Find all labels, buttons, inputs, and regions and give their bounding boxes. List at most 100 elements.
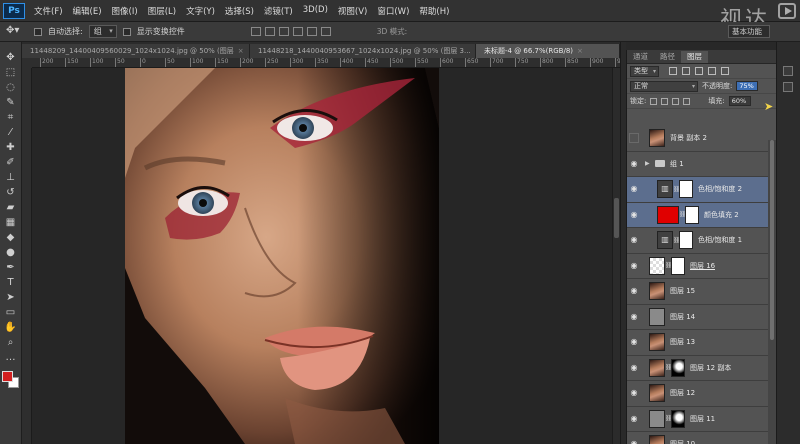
smart-object-filter-icon[interactable] xyxy=(721,67,729,75)
menu-item[interactable]: 编辑(E) xyxy=(68,5,107,17)
panel-tab[interactable]: 路径 xyxy=(654,51,681,63)
pixel-filter-icon[interactable] xyxy=(669,67,677,75)
layer-mask-thumbnail[interactable] xyxy=(679,231,693,250)
color-swatches[interactable] xyxy=(1,371,20,389)
foreground-color-swatch[interactable] xyxy=(1,371,13,382)
quick-select-tool-icon[interactable]: ✎ xyxy=(4,97,18,109)
layer-row[interactable]: ◉ ⛓ 图层 12 副本 xyxy=(627,355,777,381)
brush-tool-icon[interactable]: ✐ xyxy=(4,157,18,169)
layer-thumbnail[interactable] xyxy=(649,333,665,352)
layer-row[interactable]: ◉ ▥ ⛓ 色相/饱和度 1 xyxy=(627,228,777,254)
visibility-eye-icon[interactable]: ◉ xyxy=(629,439,639,444)
adjustment-layer-icon[interactable]: ▥ xyxy=(657,231,673,250)
lock-pixels-icon[interactable] xyxy=(661,97,669,105)
align-center-icon[interactable] xyxy=(306,27,317,36)
layer-thumbnail[interactable] xyxy=(649,409,665,428)
document-tab[interactable]: 11448218_1440040953667_1024x1024.jpg @ 5… xyxy=(250,44,476,58)
auto-select-checkbox[interactable] xyxy=(34,27,42,36)
move-tool-icon[interactable]: ✥ xyxy=(4,52,18,64)
portrait-photo[interactable] xyxy=(125,68,439,444)
visibility-eye-icon[interactable]: ◉ xyxy=(629,414,639,424)
adjustment-layer-icon[interactable]: ▥ xyxy=(657,180,673,199)
visibility-eye-icon[interactable]: ◉ xyxy=(629,184,639,194)
panel-tab[interactable]: 通道 xyxy=(627,51,654,63)
shape-tool-icon[interactable]: ▭ xyxy=(4,307,18,319)
visibility-eye-icon[interactable]: ◉ xyxy=(629,261,639,271)
lock-transparent-icon[interactable] xyxy=(650,97,658,105)
menu-item[interactable]: 3D(D) xyxy=(298,5,333,17)
pen-tool-icon[interactable]: ✒ xyxy=(4,262,18,274)
visibility-eye-icon[interactable]: ◉ xyxy=(629,388,639,398)
marquee-tool-icon[interactable]: ⬚ xyxy=(4,67,18,79)
layer-row[interactable]: ◉ 图层 10 xyxy=(627,432,777,444)
dodge-tool-icon[interactable]: ● xyxy=(4,247,18,259)
panel-collapse-icon[interactable] xyxy=(783,66,793,76)
panel-tab[interactable]: 图层 xyxy=(681,51,708,63)
workspace-dropdown[interactable]: 基本功能 xyxy=(728,25,770,38)
layer-row[interactable]: ◉ ⛓ 颜色填充 2 xyxy=(627,202,777,228)
zoom-tool-icon[interactable]: ⌕ xyxy=(4,337,18,349)
menu-item[interactable]: 图层(L) xyxy=(143,5,181,17)
blur-tool-icon[interactable]: ◆ xyxy=(4,232,18,244)
panel-menu-icon[interactable] xyxy=(783,82,793,92)
layer-row[interactable]: ◉ ▶ 组 1 xyxy=(627,151,777,177)
visibility-eye-icon[interactable] xyxy=(629,133,639,144)
menu-item[interactable]: 图像(I) xyxy=(107,5,143,17)
lasso-tool-icon[interactable]: ◌ xyxy=(4,82,18,94)
align-top-icon[interactable] xyxy=(250,27,261,36)
blend-mode-dropdown[interactable]: 正常 xyxy=(630,80,698,92)
menu-item[interactable]: 滤镜(T) xyxy=(259,5,298,17)
lock-all-icon[interactable] xyxy=(683,97,691,105)
layer-row[interactable]: ◉ 图层 12 xyxy=(627,381,777,407)
layer-thumbnail[interactable] xyxy=(649,282,665,301)
close-tab-icon[interactable]: × xyxy=(238,47,244,55)
gradient-tool-icon[interactable]: ▦ xyxy=(4,217,18,229)
type-tool-icon[interactable]: T xyxy=(4,277,18,289)
layer-row[interactable]: ◉ 图层 14 xyxy=(627,304,777,330)
shape-filter-icon[interactable] xyxy=(708,67,716,75)
layer-row[interactable]: ◉ 图层 13 xyxy=(627,330,777,356)
align-bottom-icon[interactable] xyxy=(278,27,289,36)
layer-row[interactable]: ◉ 图层 15 xyxy=(627,279,777,305)
type-filter-icon[interactable] xyxy=(695,67,703,75)
menu-item[interactable]: 帮助(H) xyxy=(414,5,454,17)
align-middle-icon[interactable] xyxy=(264,27,275,36)
layer-thumbnail[interactable] xyxy=(649,256,665,275)
align-right-icon[interactable] xyxy=(320,27,331,36)
layer-row[interactable]: 背景 副本 2 xyxy=(627,126,777,152)
vertical-ruler[interactable] xyxy=(22,58,32,444)
group-expand-icon[interactable]: ▶ xyxy=(645,160,653,167)
layer-thumbnail[interactable] xyxy=(649,435,665,444)
fill-input[interactable]: 60% xyxy=(728,96,751,106)
hand-tool-icon[interactable]: ✋ xyxy=(4,322,18,334)
adjustment-filter-icon[interactable] xyxy=(682,67,690,75)
move-tool-preset-icon[interactable]: ✥▾ xyxy=(6,25,28,39)
layer-thumbnail[interactable] xyxy=(649,358,665,377)
layer-thumbnail[interactable] xyxy=(657,205,679,224)
layer-mask-thumbnail[interactable] xyxy=(685,205,699,224)
visibility-eye-icon[interactable]: ◉ xyxy=(629,235,639,245)
crop-tool-icon[interactable]: ⌗ xyxy=(4,112,18,124)
opacity-input[interactable]: 75% xyxy=(736,81,759,91)
ps-logo-icon[interactable]: Ps xyxy=(3,2,25,19)
show-transform-checkbox[interactable] xyxy=(122,27,131,36)
healing-brush-tool-icon[interactable]: ✚ xyxy=(4,142,18,154)
menu-item[interactable]: 视图(V) xyxy=(333,5,372,17)
layer-mask-thumbnail[interactable] xyxy=(671,256,685,275)
layer-thumbnail[interactable] xyxy=(649,129,665,148)
visibility-eye-icon[interactable]: ◉ xyxy=(629,337,639,347)
document-tab[interactable]: 未标题-4 @ 66.7%(RGB/8) × xyxy=(476,44,620,58)
eraser-tool-icon[interactable]: ▰ xyxy=(4,202,18,214)
layer-row[interactable]: ◉ ⛓ 图层 11 xyxy=(627,406,777,432)
eyedropper-tool-icon[interactable]: ⁄ xyxy=(4,127,18,139)
menu-item[interactable]: 选择(S) xyxy=(220,5,259,17)
auto-select-dropdown[interactable]: 组 xyxy=(88,25,117,38)
ruler-origin[interactable] xyxy=(22,58,32,68)
layer-thumbnail[interactable] xyxy=(649,307,665,326)
align-left-icon[interactable] xyxy=(292,27,303,36)
more-tools-icon[interactable]: … xyxy=(4,352,18,364)
clone-stamp-tool-icon[interactable]: ⊥ xyxy=(4,172,18,184)
close-tab-icon[interactable]: × xyxy=(577,47,583,55)
layer-thumbnail[interactable] xyxy=(649,384,665,403)
menu-item[interactable]: 文件(F) xyxy=(29,5,68,17)
